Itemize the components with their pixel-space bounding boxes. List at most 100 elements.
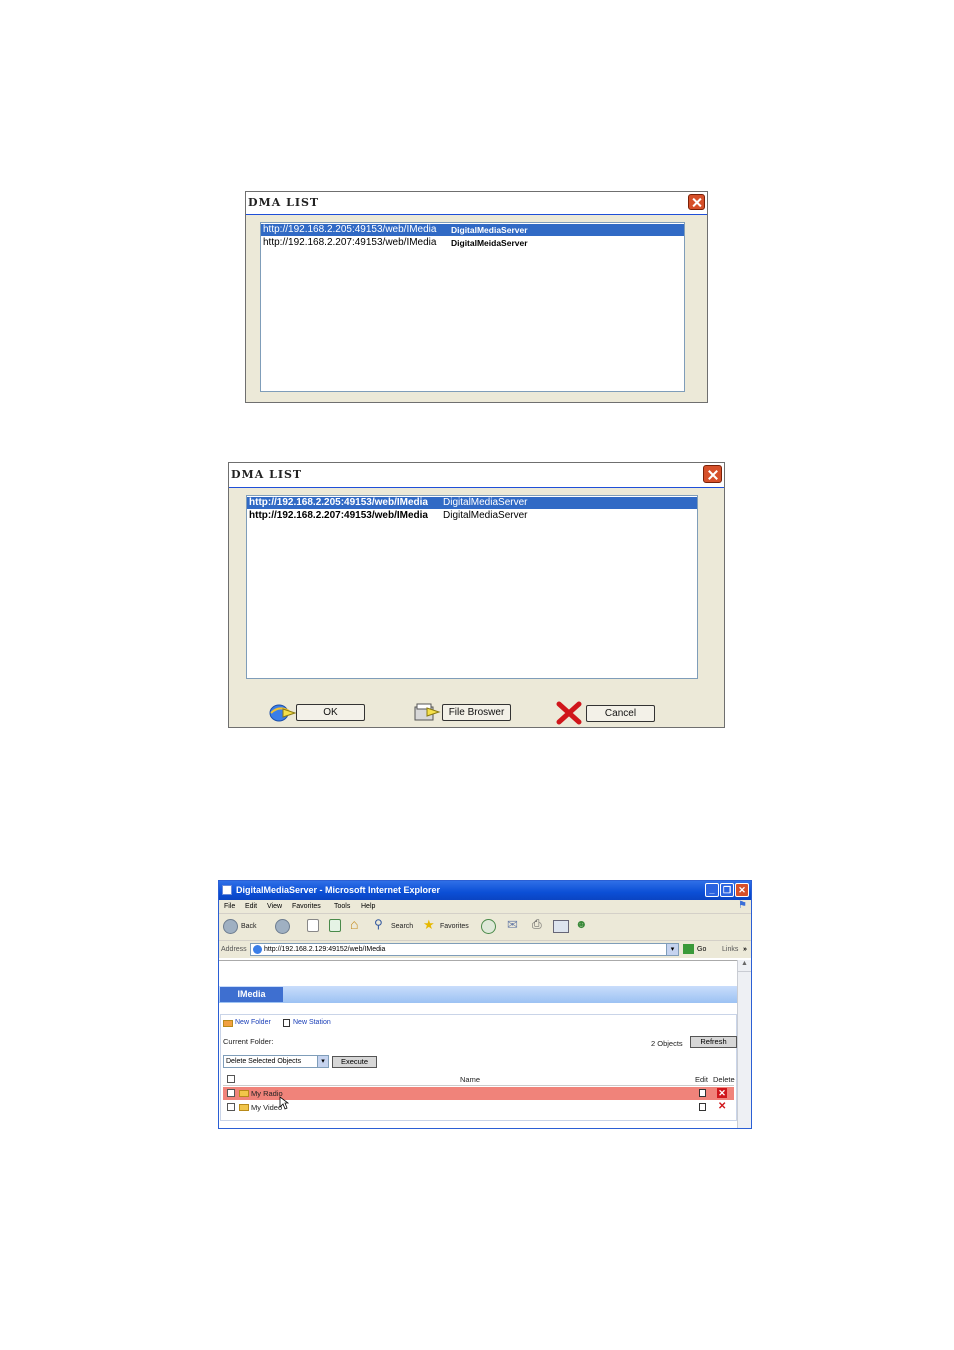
folder-icon	[239, 1104, 249, 1111]
column-edit: Edit	[695, 1075, 708, 1084]
window-title: DigitalMediaServer - Microsoft Internet …	[236, 885, 441, 895]
current-folder-label: Current Folder:	[223, 1037, 274, 1046]
refresh-button[interactable]: Refresh	[690, 1036, 737, 1048]
server-name: DigitalMeidaServer	[451, 238, 528, 248]
address-input[interactable]: http://192.168.2.129:49152/web/IMedia ▾	[250, 943, 679, 956]
home-icon[interactable]: ⌂	[350, 916, 358, 932]
new-folder-link[interactable]: New Folder	[235, 1019, 271, 1026]
chevron-right-icon[interactable]: »	[743, 941, 747, 958]
execute-button[interactable]: Execute	[332, 1056, 377, 1068]
menu-view[interactable]: View	[267, 900, 282, 913]
links-label[interactable]: Links	[722, 941, 738, 958]
folder-panel: New Folder New Station Current Folder: 2…	[220, 1014, 737, 1121]
table-row[interactable]: My Video ✕	[223, 1101, 734, 1114]
mail-icon[interactable]: ✉	[507, 917, 518, 933]
refresh-icon[interactable]	[329, 919, 341, 932]
favorites-label[interactable]: Favorites	[440, 923, 469, 930]
ie-globe-arrow-icon	[269, 704, 297, 722]
history-icon[interactable]	[481, 919, 496, 934]
tab-imedia[interactable]: IMedia	[220, 987, 283, 1002]
dma-list-dialog-1: DMA LIST http://192.168.2.205:49153/web/…	[245, 191, 708, 403]
action-select-value: Delete Selected Objects	[226, 1058, 302, 1065]
ok-button[interactable]: OK	[296, 704, 365, 721]
dialog-title: DMA LIST	[231, 468, 303, 481]
windows-flag-icon: ⚑	[738, 900, 747, 911]
chevron-down-icon[interactable]: ▾	[317, 1056, 328, 1067]
server-url: http://192.168.2.207:49153/web/IMedia	[263, 237, 437, 248]
server-name: DigitalMediaServer	[443, 510, 528, 521]
page-content: IMedia New Folder New Station Current Fo…	[219, 960, 738, 1128]
row-checkbox[interactable]	[227, 1103, 235, 1111]
back-label[interactable]: Back	[241, 923, 257, 930]
edit-icon[interactable]	[699, 1089, 706, 1097]
list-item[interactable]: http://192.168.2.207:49153/web/IMedia Di…	[261, 237, 684, 249]
maximize-button[interactable]: ❐	[720, 883, 734, 897]
menu-favorites[interactable]: Favorites	[292, 900, 321, 913]
action-select[interactable]: Delete Selected Objects ▾	[223, 1055, 329, 1068]
vertical-scrollbar[interactable]: ▲	[737, 960, 751, 1128]
print-icon[interactable]: ⎙	[532, 917, 542, 932]
menu-help[interactable]: Help	[361, 900, 375, 913]
table-row[interactable]: My Radio ✕	[223, 1087, 734, 1100]
menu-file[interactable]: File	[224, 900, 235, 913]
row-checkbox[interactable]	[227, 1089, 235, 1097]
folder-arrow-icon	[414, 703, 441, 721]
tab-bar: IMedia	[219, 986, 738, 1003]
menu-edit[interactable]: Edit	[245, 900, 257, 913]
favorites-star-icon[interactable]: ★	[423, 917, 435, 933]
list-item[interactable]: http://192.168.2.205:49153/web/IMedia Di…	[247, 497, 697, 509]
search-icon[interactable]: ⚲	[374, 917, 383, 931]
dma-listbox[interactable]: http://192.168.2.205:49153/web/IMedia Di…	[246, 495, 698, 679]
dma-list-dialog-2: DMA LIST http://192.168.2.205:49153/web/…	[228, 462, 725, 728]
row-name[interactable]: My Radio	[251, 1089, 283, 1098]
window-title-bar: DigitalMediaServer - Microsoft Internet …	[219, 881, 751, 900]
scroll-up-icon[interactable]: ▲	[738, 960, 751, 972]
list-item[interactable]: http://192.168.2.207:49153/web/IMedia Di…	[247, 510, 697, 522]
delete-icon[interactable]: ✕	[717, 1088, 727, 1098]
server-name: DigitalMediaServer	[451, 225, 528, 235]
mouse-cursor-icon	[279, 1096, 289, 1110]
edit-page-icon[interactable]	[553, 920, 569, 933]
server-name: DigitalMediaServer	[443, 497, 528, 508]
search-label[interactable]: Search	[391, 923, 413, 930]
new-station-icon	[283, 1019, 290, 1027]
go-button[interactable]: Go	[697, 941, 706, 958]
ie-app-icon	[222, 885, 232, 895]
close-button[interactable]	[688, 194, 705, 210]
dialog-title: DMA LIST	[248, 196, 320, 209]
forward-icon[interactable]	[275, 919, 290, 934]
stop-icon[interactable]	[307, 919, 319, 932]
browser-window: DigitalMediaServer - Microsoft Internet …	[218, 880, 752, 1129]
red-x-icon	[556, 701, 582, 725]
row-name[interactable]: My Video	[251, 1103, 282, 1112]
messenger-icon[interactable]: ☻	[575, 917, 588, 931]
go-arrow-icon[interactable]	[683, 944, 694, 954]
delete-icon[interactable]: ✕	[718, 1102, 726, 1112]
minimize-button[interactable]: _	[705, 883, 719, 897]
back-icon[interactable]	[223, 919, 238, 934]
server-url: http://192.168.2.205:49153/web/IMedia	[263, 224, 437, 235]
select-all-checkbox[interactable]	[227, 1075, 235, 1083]
list-item[interactable]: http://192.168.2.205:49153/web/IMedia Di…	[261, 224, 684, 236]
menu-tools[interactable]: Tools	[334, 900, 350, 913]
new-station-link[interactable]: New Station	[293, 1019, 331, 1026]
address-label: Address	[221, 946, 247, 953]
cancel-button[interactable]: Cancel	[586, 705, 655, 722]
close-button[interactable]: ✕	[735, 883, 749, 897]
page-icon	[253, 945, 262, 954]
server-url: http://192.168.2.205:49153/web/IMedia	[249, 497, 428, 508]
edit-icon[interactable]	[699, 1103, 706, 1111]
column-name: Name	[460, 1075, 481, 1084]
server-url: http://192.168.2.207:49153/web/IMedia	[249, 510, 428, 521]
dma-listbox[interactable]: http://192.168.2.205:49153/web/IMedia Di…	[260, 222, 685, 392]
folder-icon	[239, 1090, 249, 1097]
address-bar: Address http://192.168.2.129:49152/web/I…	[219, 941, 751, 958]
chevron-down-icon[interactable]: ▾	[666, 944, 678, 955]
file-browser-button[interactable]: File Broswer	[442, 704, 511, 721]
close-button[interactable]	[703, 465, 722, 483]
dialog-title-bar: DMA LIST	[229, 463, 724, 488]
table-header: Name Edit Delete	[223, 1074, 735, 1086]
objects-count: 2 Objects	[651, 1039, 683, 1048]
column-delete: Delete	[713, 1075, 735, 1084]
dialog-title-bar: DMA LIST	[246, 192, 707, 215]
